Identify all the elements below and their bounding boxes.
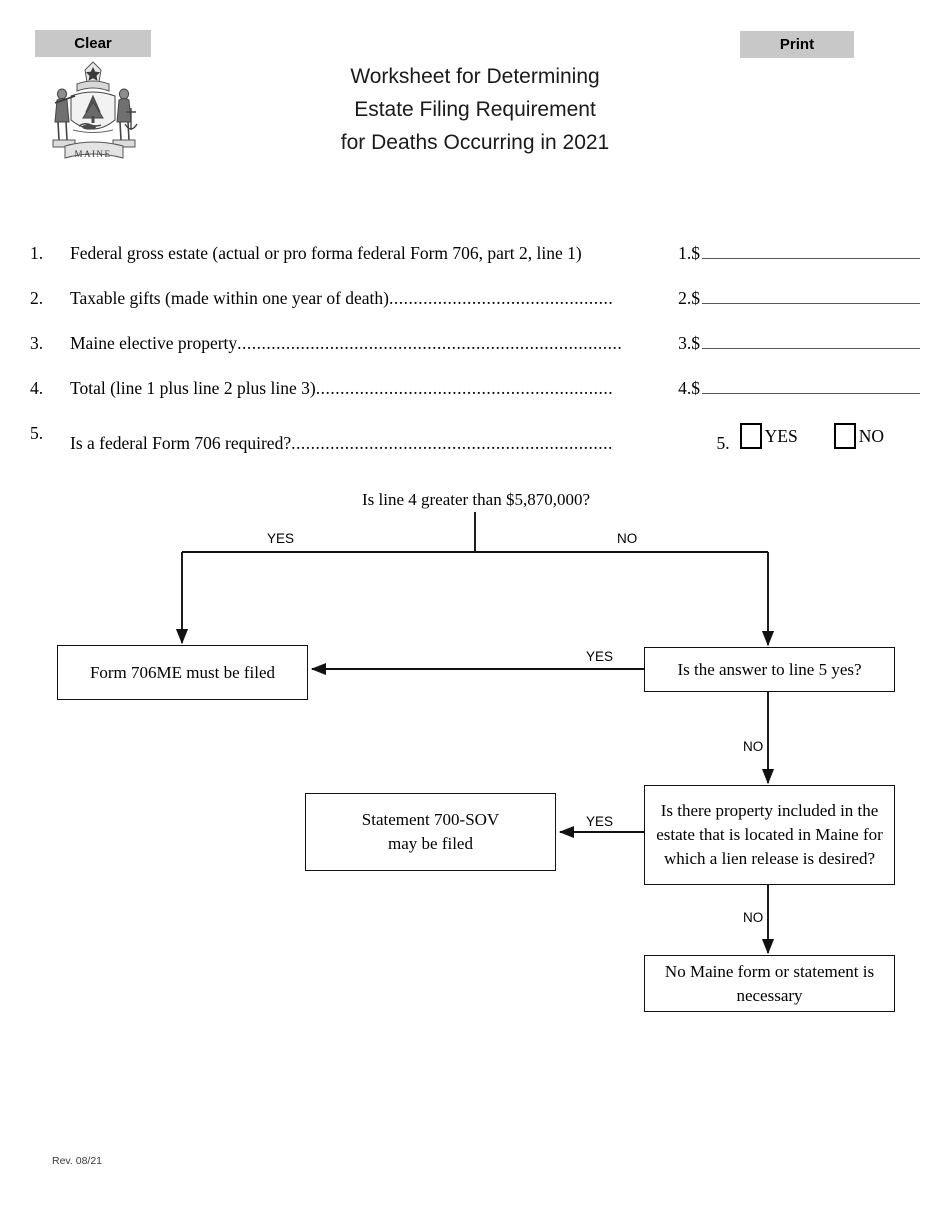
- line-ref: 5.: [716, 433, 730, 453]
- flow-root-question: Is line 4 greater than $5,870,000?: [361, 490, 590, 509]
- flow-edge-label-yes-line5: YES: [586, 649, 614, 664]
- checkbox-label-yes: YES: [764, 425, 798, 446]
- flow-edge-label-no-line5: NO: [743, 739, 764, 754]
- line-ref: 2.: [678, 288, 692, 308]
- line-ref: 3.: [678, 333, 692, 353]
- line-number: 1.: [30, 243, 44, 263]
- dot-leader: ........................................…: [237, 333, 623, 353]
- line-label: Taxable gifts (made within one year of d…: [70, 288, 389, 308]
- amount-input-1[interactable]: [702, 243, 920, 259]
- flow-edge-label-no-root: NO: [617, 531, 638, 546]
- amount-input-2[interactable]: [702, 288, 920, 304]
- line-label: Maine elective property: [70, 333, 238, 353]
- worksheet-line-3: 3. Maine elective property .............…: [30, 333, 920, 378]
- flow-node-700sov-line2: may be filed: [388, 834, 473, 853]
- line-label: Federal gross estate (actual or pro form…: [70, 243, 582, 263]
- maine-state-seal-icon: MAINE: [45, 58, 141, 168]
- worksheet-line-4: 4. Total (line 1 plus line 2 plus line 3…: [30, 378, 920, 423]
- flow-node-none-line1: No Maine form or statement is: [664, 961, 875, 981]
- line-label: Is a federal Form 706 required?: [70, 433, 292, 453]
- worksheet-line-5: 5. Is a federal Form 706 required? .....…: [30, 423, 920, 468]
- line-number: 3.: [30, 333, 44, 353]
- line-label: Total (line 1 plus line 2 plus line 3): [70, 378, 316, 398]
- amount-input-4[interactable]: [702, 378, 920, 394]
- dollar-sign: $: [691, 378, 700, 398]
- line-number: 4.: [30, 378, 44, 398]
- line-number: 5.: [30, 423, 44, 443]
- flow-node-statement-700sov: Statement 700-SOV may be filed: [305, 793, 556, 871]
- line-number: 2.: [30, 288, 44, 308]
- dollar-sign: $: [691, 243, 700, 263]
- checkbox-line5-no[interactable]: [833, 423, 856, 449]
- title-line-1: Worksheet for Determining: [350, 65, 600, 88]
- revision-footer: Rev. 08/21: [52, 1155, 103, 1167]
- flow-node-line5-question: Is the answer to line 5 yes?: [644, 647, 895, 692]
- checkbox-line5-yes[interactable]: [739, 423, 762, 449]
- checkbox-label-no: NO: [858, 425, 884, 446]
- page-title: Worksheet for Determining Estate Filing …: [255, 60, 695, 159]
- line-ref: 4.: [678, 378, 692, 398]
- dot-leader: ........................................…: [389, 288, 614, 308]
- flow-node-no-form-needed: No Maine form or statement is necessary: [644, 955, 895, 1012]
- line-ref: 1.: [678, 243, 692, 263]
- print-button[interactable]: Print: [740, 31, 854, 58]
- amount-input-3[interactable]: [702, 333, 920, 349]
- flow-node-lien-question: Is there property included in the estate…: [644, 785, 895, 885]
- dot-leader: ........................................…: [291, 433, 613, 453]
- flow-edge-label-no-lien: NO: [743, 910, 764, 925]
- clear-button[interactable]: Clear: [35, 30, 151, 57]
- dot-leader: ........................................…: [315, 378, 614, 398]
- form-page: Clear Print MAINE Worksheet for Determin…: [0, 0, 950, 1230]
- flow-node-700sov-line1: Statement 700-SOV: [361, 810, 500, 829]
- svg-text:MAINE: MAINE: [75, 149, 112, 159]
- flow-node-form-706me: Form 706ME must be filed: [57, 645, 308, 700]
- dollar-sign: $: [691, 333, 700, 353]
- flowchart-connectors: [175, 512, 775, 955]
- flow-edge-label-yes-root: YES: [267, 531, 295, 546]
- flow-edge-label-yes-lien: YES: [586, 814, 614, 829]
- title-line-3: for Deaths Occurring in 2021: [340, 131, 610, 154]
- worksheet-lines: 1. Federal gross estate (actual or pro f…: [30, 243, 920, 468]
- worksheet-line-2: 2. Taxable gifts (made within one year o…: [30, 288, 920, 333]
- title-line-2: Estate Filing Requirement: [354, 98, 596, 121]
- flow-node-none-line2: necessary: [736, 985, 803, 1005]
- dollar-sign: $: [691, 288, 700, 308]
- worksheet-line-1: 1. Federal gross estate (actual or pro f…: [30, 243, 920, 288]
